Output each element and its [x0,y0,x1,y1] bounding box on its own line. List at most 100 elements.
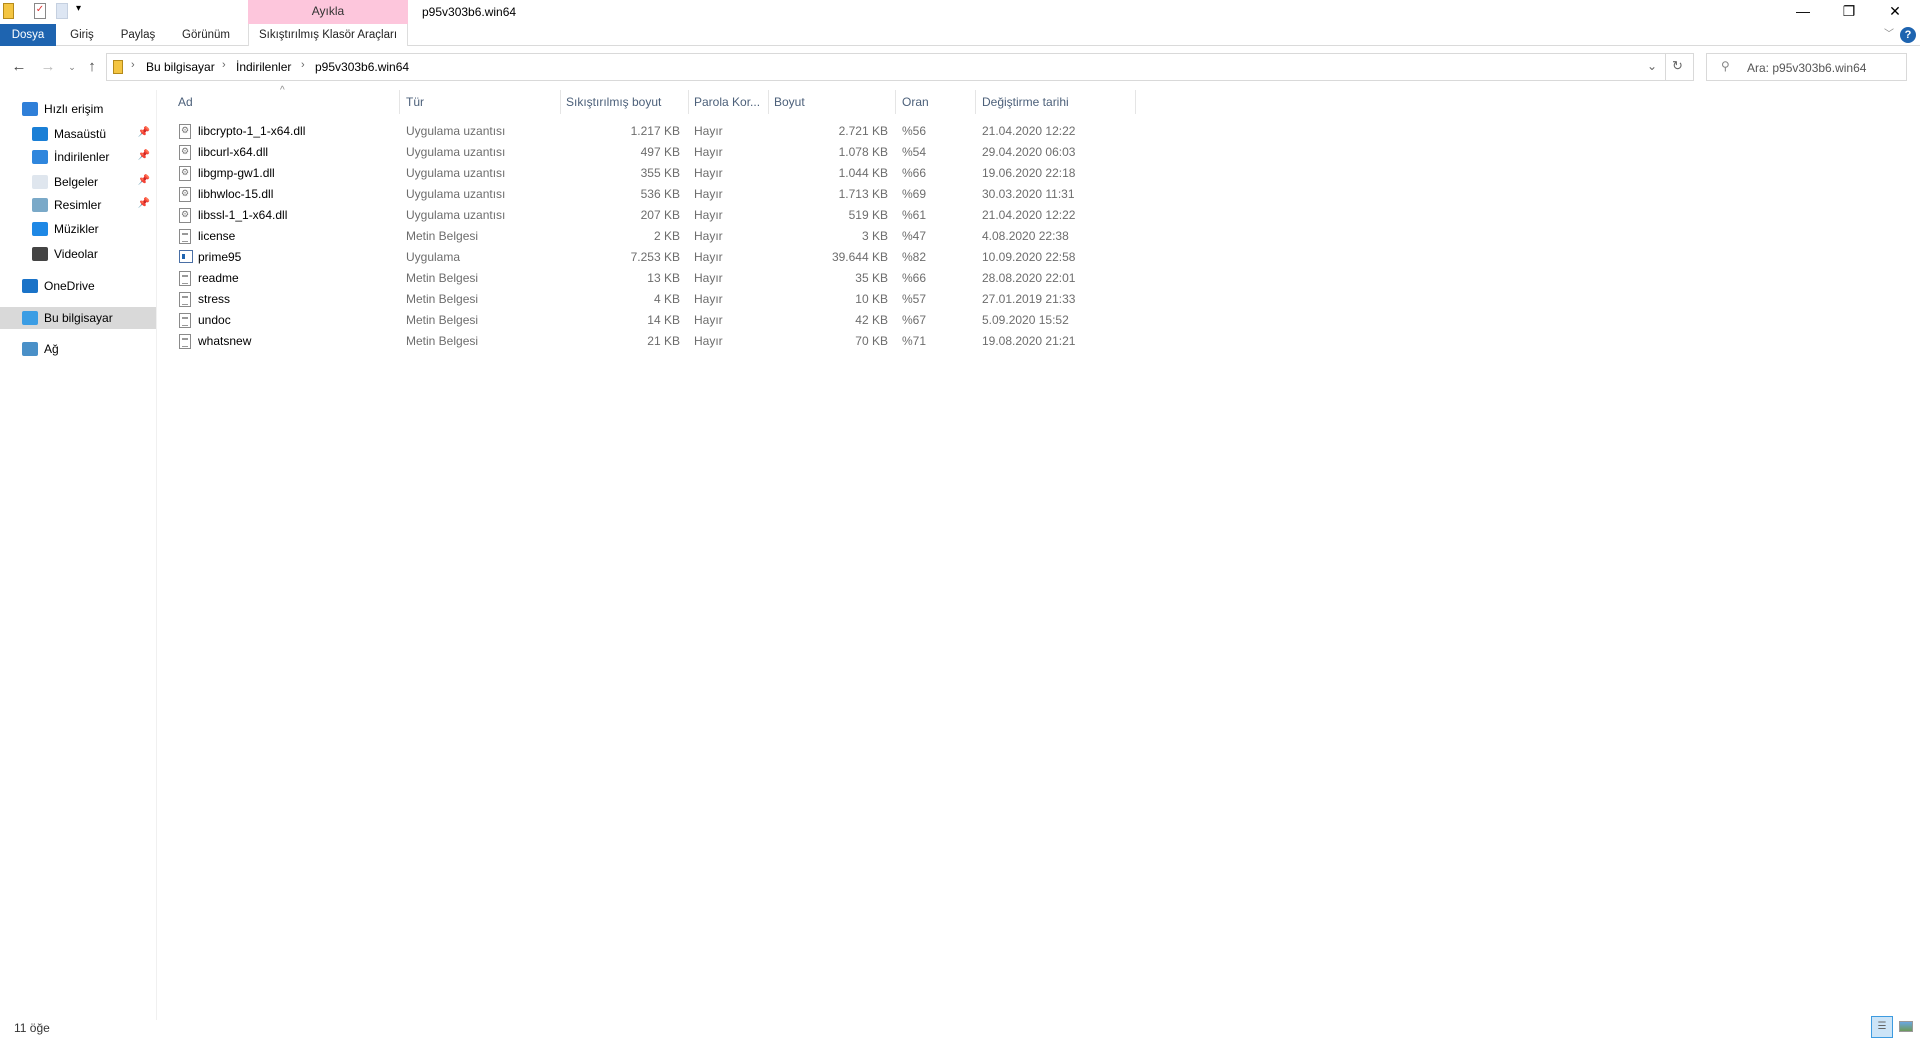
minimize-button[interactable]: — [1780,0,1826,24]
column-divider[interactable] [975,90,976,114]
tab-home[interactable]: Giriş [62,24,102,46]
pin-icon[interactable]: 📌 [138,127,150,138]
file-row[interactable]: stress Metin Belgesi 4 KB Hayır 10 KB %5… [158,288,1138,309]
search-icon: ⚲ [1721,59,1730,73]
file-name[interactable]: undoc [198,313,231,327]
new-folder-icon[interactable] [56,3,68,19]
tab-compressed-folder-tools[interactable]: Sıkıştırılmış Klasör Araçları [248,24,408,46]
column-header-1[interactable]: Tür [406,95,424,109]
file-password: Hayır [694,229,723,243]
column-divider[interactable] [768,90,769,114]
column-divider[interactable] [560,90,561,114]
file-name[interactable]: libcurl-x64.dll [198,145,268,159]
tab-view[interactable]: Görünüm [176,24,236,46]
sidebar-item-label: Resimler [54,198,102,212]
text-file-icon [179,271,191,286]
sidebar-item-videolar[interactable]: Videolar [0,243,156,265]
sidebar-item-resimler[interactable]: Resimler 📌 [0,194,156,216]
sidebar-item-m-zikler[interactable]: Müzikler [0,218,156,240]
column-divider[interactable] [399,90,400,114]
tab-share[interactable]: Paylaş [114,24,162,46]
desktop-icon [32,127,48,141]
column-header-0[interactable]: Ad [178,95,193,109]
breadcrumb-this-pc[interactable]: Bu bilgisayar [146,60,215,74]
file-name[interactable]: libhwloc-15.dll [198,187,273,201]
address-history-dropdown[interactable]: ⌄ [1647,59,1657,73]
navigation-pane: Hızlı erişim Masaüstü 📌 İndirilenler 📌 Belgel… [0,90,157,1020]
expand-ribbon-icon[interactable]: ﹀ [1882,24,1896,46]
pin-icon[interactable]: 📌 [138,150,150,161]
file-row[interactable]: libcurl-x64.dll Uygulama uzantısı 497 KB… [158,141,1138,162]
pin-icon[interactable]: 📌 [138,198,150,209]
help-icon[interactable]: ? [1900,27,1916,43]
restore-button[interactable]: ❐ [1826,0,1872,24]
file-row[interactable]: whatsnew Metin Belgesi 21 KB Hayır 70 KB… [158,330,1138,351]
file-row[interactable]: prime95 Uygulama 7.253 KB Hayır 39.644 K… [158,246,1138,267]
recent-locations-icon[interactable]: ⌄ [62,57,82,77]
tab-file[interactable]: Dosya [0,24,56,46]
file-date: 27.01.2019 21:33 [982,292,1076,306]
sidebar-item-label: İndirilenler [54,150,110,164]
file-row[interactable]: undoc Metin Belgesi 14 KB Hayır 42 KB %6… [158,309,1138,330]
file-row[interactable]: libhwloc-15.dll Uygulama uzantısı 536 KB… [158,183,1138,204]
sidebar-item-belgeler[interactable]: Belgeler 📌 [0,171,156,193]
customize-quick-access-icon[interactable]: ▾ [76,3,81,14]
title-bar: ✓ ▾ Ayıkla p95v303b6.win64 — ❐ ✕ [0,0,1920,24]
refresh-button[interactable]: ↻ [1672,58,1683,74]
address-bar[interactable]: › Bu bilgisayar › İndirilenler › p95v303… [106,53,1694,81]
file-row[interactable]: libssl-1_1-x64.dll Uygulama uzantısı 207… [158,204,1138,225]
sidebar-item-h-zl-eri-im[interactable]: Hızlı erişim [0,98,156,120]
file-password: Hayır [694,292,723,306]
sidebar-item-bu-bilgisayar[interactable]: Bu bilgisayar [0,307,156,329]
file-row[interactable]: libcrypto-1_1-x64.dll Uygulama uzantısı … [158,120,1138,141]
search-input[interactable]: ⚲ Ara: p95v303b6.win64 [1706,53,1907,81]
large-icons-view-button[interactable] [1899,1021,1913,1032]
column-header-6[interactable]: Değiştirme tarihi [982,95,1069,109]
sidebar-item-i-ndirilenler[interactable]: İndirilenler 📌 [0,146,156,168]
column-divider[interactable] [688,90,689,114]
file-name[interactable]: readme [198,271,239,285]
column-divider[interactable] [895,90,896,114]
column-header-5[interactable]: Oran [902,95,929,109]
dll-file-icon [179,145,191,160]
breadcrumb-downloads[interactable]: İndirilenler [236,60,291,74]
file-row[interactable]: readme Metin Belgesi 13 KB Hayır 35 KB %… [158,267,1138,288]
close-button[interactable]: ✕ [1872,0,1918,24]
file-row[interactable]: license Metin Belgesi 2 KB Hayır 3 KB %4… [158,225,1138,246]
file-name[interactable]: libcrypto-1_1-x64.dll [198,124,305,138]
sidebar-item-label: Hızlı erişim [44,102,104,116]
star-icon [22,102,38,116]
context-tab-extract[interactable]: Ayıkla [248,0,408,24]
breadcrumb-current-folder[interactable]: p95v303b6.win64 [315,60,409,74]
up-button[interactable]: ↑ [82,57,102,77]
back-button[interactable]: ← [9,57,29,77]
pin-icon[interactable]: 📌 [138,175,150,186]
forward-button[interactable]: → [38,57,58,77]
file-name[interactable]: prime95 [198,250,241,264]
file-size: 1.713 KB [838,187,888,201]
properties-icon[interactable]: ✓ [34,3,46,19]
file-name[interactable]: whatsnew [198,334,251,348]
sidebar-item-masa-st-[interactable]: Masaüstü 📌 [0,123,156,145]
file-ratio: %67 [902,313,927,327]
pictures-icon [32,198,48,212]
file-row[interactable]: libgmp-gw1.dll Uygulama uzantısı 355 KB … [158,162,1138,183]
file-name[interactable]: license [198,229,235,243]
sidebar-item-a-[interactable]: Ağ [0,338,156,360]
file-size: 42 KB [855,313,888,327]
window-title: p95v303b6.win64 [422,5,517,19]
column-divider[interactable] [1135,90,1136,114]
sidebar-item-onedrive[interactable]: OneDrive [0,275,156,297]
column-header-2[interactable]: Sıkıştırılmış boyut [566,95,661,109]
sidebar-item-label: Belgeler [54,175,99,189]
file-name[interactable]: libgmp-gw1.dll [198,166,275,180]
column-header-3[interactable]: Parola Kor... [694,95,760,109]
file-ratio: %56 [902,124,927,138]
file-size: 1.044 KB [838,166,888,180]
file-ratio: %82 [902,250,927,264]
file-name[interactable]: libssl-1_1-x64.dll [198,208,287,222]
column-header-4[interactable]: Boyut [774,95,805,109]
column-header-row: ^ Ad Tür Sıkıştırılmış boyut Parola Kor... B… [158,85,1138,114]
file-name[interactable]: stress [198,292,230,306]
details-view-button[interactable]: ☰ [1871,1016,1893,1038]
